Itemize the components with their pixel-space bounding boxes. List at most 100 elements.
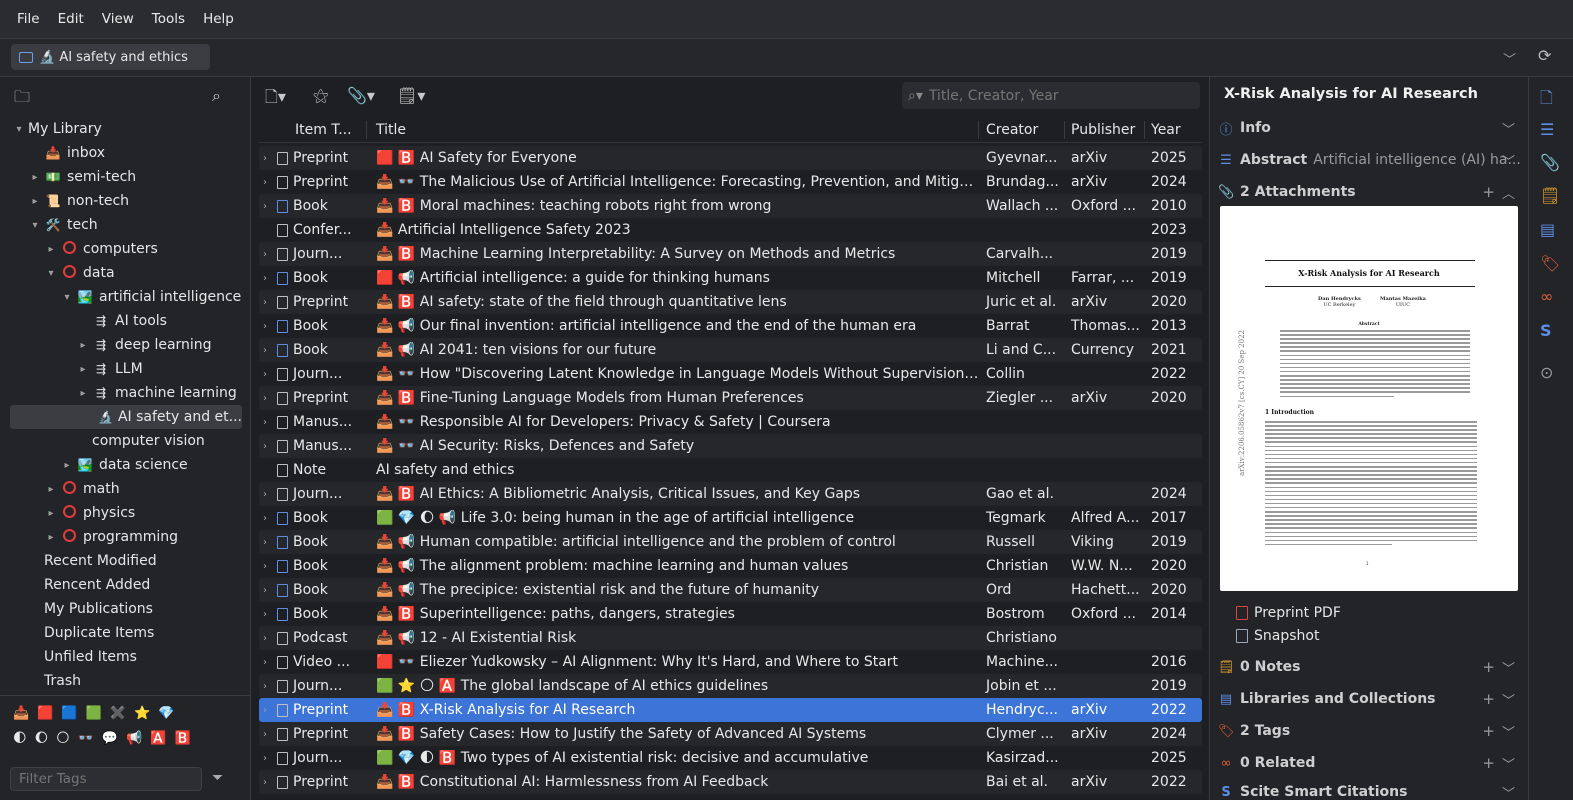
chevron-right-icon[interactable]: › xyxy=(259,729,271,740)
collection-tree-item[interactable]: 🔬 AI safety and et... xyxy=(10,405,242,429)
collection-tree-item[interactable]: ▸ ⇶ machine learning xyxy=(0,381,250,405)
tag-actions-icon[interactable]: ⏷ xyxy=(212,770,223,786)
collection-tree-item[interactable]: Recent Modified xyxy=(0,549,250,573)
chevron-right-icon[interactable]: › xyxy=(259,537,271,548)
table-row[interactable]: › Preprint 📥 🅱️ Safety Cases: How to Justi… xyxy=(259,722,1202,746)
table-row[interactable]: Note AI safety and ethics xyxy=(259,458,1202,482)
chevron-right-icon[interactable]: › xyxy=(259,513,271,524)
add-note-icon[interactable]: + xyxy=(1482,658,1495,676)
attachment-preview[interactable]: X-Risk Analysis for AI Research Dan Hend… xyxy=(1220,206,1518,591)
tag-chip[interactable]: 🟦 xyxy=(61,706,77,721)
section-tags[interactable]: 🏷 2 Tags + ﹀ xyxy=(1218,719,1523,743)
tag-chip[interactable]: ✖️ xyxy=(110,706,126,721)
tag-chip[interactable]: 💬 xyxy=(102,731,118,746)
info-icon[interactable]: 🗋 xyxy=(1540,87,1553,114)
attachment-preprint-pdf[interactable]: Preprint PDF xyxy=(1236,605,1341,621)
collection-tree-item[interactable]: ▾ 🏞️ artificial intelligence xyxy=(0,285,250,309)
collection-tree-item[interactable]: Duplicate Items xyxy=(0,621,250,645)
table-row[interactable]: › Podcast 📥 📢 12 - AI Existential Risk Chri… xyxy=(259,626,1202,650)
collection-tree-item[interactable]: Unfiled Items xyxy=(0,645,250,669)
tag-chip[interactable]: 🌔 xyxy=(35,731,49,746)
chevron-right-icon[interactable]: › xyxy=(259,417,271,428)
attachment-snapshot[interactable]: Snapshot xyxy=(1236,628,1319,644)
tab-library[interactable]: 🔬 AI safety and ethics xyxy=(11,44,210,70)
table-row[interactable]: › Book 📥 🅱️ Moral machines: teaching robot… xyxy=(259,194,1202,218)
tags-icon[interactable]: 🏷 xyxy=(1540,254,1560,273)
chevron-right-icon[interactable]: › xyxy=(259,297,271,308)
section-abstract[interactable]: ☰ Abstract Artificial intelligence (AI) … xyxy=(1218,148,1523,172)
chevron-right-icon[interactable]: › xyxy=(259,393,271,404)
table-row[interactable]: › Journ... 📥 🅱️ Machine Learning Interpret… xyxy=(259,242,1202,266)
collection-tree-item[interactable]: ▾ 🛠️ tech xyxy=(0,213,250,237)
chevron-right-icon[interactable]: › xyxy=(259,273,271,284)
chevron-down-icon[interactable]: ﹀ xyxy=(1502,783,1515,800)
table-row[interactable]: › Book 📥 📢 The alignment problem: machine … xyxy=(259,554,1202,578)
tag-chip[interactable]: 🅱️ xyxy=(174,731,190,746)
tag-chip[interactable]: 🟥 xyxy=(37,706,53,721)
table-row[interactable]: › Book 🟩 💎 🌔 📢 Life 3.0: being human in th… xyxy=(259,506,1202,530)
search-input[interactable] xyxy=(928,87,1179,104)
chevron-right-icon[interactable]: ▸ xyxy=(44,508,58,519)
table-row[interactable]: › Journ... 📥 🅱️ AI Ethics: A Bibliometric … xyxy=(259,482,1202,506)
chevron-down-icon[interactable]: ▾ xyxy=(12,124,26,135)
column-year[interactable]: Year xyxy=(1145,121,1202,139)
chevron-right-icon[interactable]: › xyxy=(259,177,271,188)
collection-tree-item[interactable]: 📥 inbox xyxy=(0,141,250,165)
collection-tree-item[interactable]: ▸ computers xyxy=(0,237,250,261)
chevron-right-icon[interactable]: › xyxy=(259,585,271,596)
collection-tree-item[interactable]: ▾ My Library xyxy=(0,117,250,141)
collection-tree-item[interactable]: Trash xyxy=(0,669,250,693)
search-box[interactable]: ⌕▾ xyxy=(902,82,1200,109)
table-row[interactable]: › Book 📥 🅱️ Superintelligence: paths, dang… xyxy=(259,602,1202,626)
chevron-down-icon[interactable]: ﹀ xyxy=(1502,754,1515,773)
column-title[interactable]: Title xyxy=(367,120,979,139)
chevron-up-icon[interactable]: ︿ xyxy=(1502,183,1515,202)
table-row[interactable]: Confer... 📥 Artificial Intelligence Safet… xyxy=(259,218,1202,242)
collection-tree-item[interactable]: ▸ ⇶ deep learning xyxy=(0,333,250,357)
table-row[interactable]: › Preprint 📥 👓 The Malicious Use of Artifi… xyxy=(259,170,1202,194)
chevron-right-icon[interactable]: › xyxy=(259,441,271,452)
section-related[interactable]: ∞ 0 Related + ﹀ xyxy=(1218,751,1523,775)
column-publisher[interactable]: Publisher xyxy=(1065,120,1145,139)
related-icon[interactable]: ∞ xyxy=(1540,287,1553,306)
tag-chip[interactable]: 🌕 xyxy=(56,731,70,746)
table-row[interactable]: › Book 📥 📢 The precipice: existential risk… xyxy=(259,578,1202,602)
menu-edit[interactable]: Edit xyxy=(49,11,93,27)
table-row[interactable]: › Book 📥 📢 Human compatible: artificial in… xyxy=(259,530,1202,554)
chevron-down-icon[interactable]: ﹀ xyxy=(1502,658,1515,677)
add-tag-icon[interactable]: + xyxy=(1482,722,1495,740)
add-attachment-icon[interactable]: + xyxy=(1482,183,1495,201)
chevron-right-icon[interactable]: › xyxy=(259,561,271,572)
collection-tree-item[interactable]: Rencent Added xyxy=(0,573,250,597)
table-row[interactable]: › Journ... 🟩 ⭐ 🌕 🅰️ The global landscape o… xyxy=(259,674,1202,698)
chevron-right-icon[interactable]: › xyxy=(259,681,271,692)
libraries-icon[interactable]: ▤ xyxy=(1540,220,1555,239)
chevron-down-icon[interactable]: ﹀ xyxy=(1502,690,1515,709)
chevron-right-icon[interactable]: ▸ xyxy=(44,244,58,255)
abstract-icon[interactable]: ☰ xyxy=(1540,120,1554,139)
collection-tree-item[interactable]: ▸ physics xyxy=(0,501,250,525)
collection-tree-item[interactable]: ▸ 💵 semi-tech xyxy=(0,165,250,189)
chevron-right-icon[interactable]: › xyxy=(259,345,271,356)
chevron-right-icon[interactable]: ▸ xyxy=(76,340,90,351)
chevron-right-icon[interactable]: › xyxy=(259,489,271,500)
notes-icon[interactable]: 🗒 xyxy=(1540,186,1560,205)
scite-icon[interactable]: S xyxy=(1540,321,1552,340)
section-attachments[interactable]: 📎 2 Attachments + ︿ xyxy=(1218,180,1523,204)
collection-tree-item[interactable]: computer vision xyxy=(0,429,250,453)
menu-help[interactable]: Help xyxy=(194,11,243,27)
tabs-menu-chevron-icon[interactable]: ﹀ xyxy=(1503,49,1516,68)
add-collection-icon[interactable]: + xyxy=(1482,690,1495,708)
attachments-icon[interactable]: 📎 xyxy=(1540,153,1560,172)
section-info[interactable]: ⓘ Info ﹀ xyxy=(1218,116,1523,140)
chevron-right-icon[interactable]: › xyxy=(259,321,271,332)
collection-tree-item[interactable]: ▸ programming xyxy=(0,525,250,549)
chevron-right-icon[interactable]: ▸ xyxy=(60,460,74,471)
search-icon[interactable]: ⌕ xyxy=(212,86,221,106)
collection-tree-item[interactable]: ⇶ AI tools xyxy=(0,309,250,333)
tag-chip[interactable]: 🟩 xyxy=(86,706,102,721)
tag-chip[interactable]: 💎 xyxy=(158,706,174,721)
tag-chip[interactable]: ⭐ xyxy=(134,706,150,721)
magic-wand-icon[interactable]: ⚝ xyxy=(313,86,329,106)
add-attachment-icon[interactable]: 📎▾ xyxy=(347,86,375,105)
